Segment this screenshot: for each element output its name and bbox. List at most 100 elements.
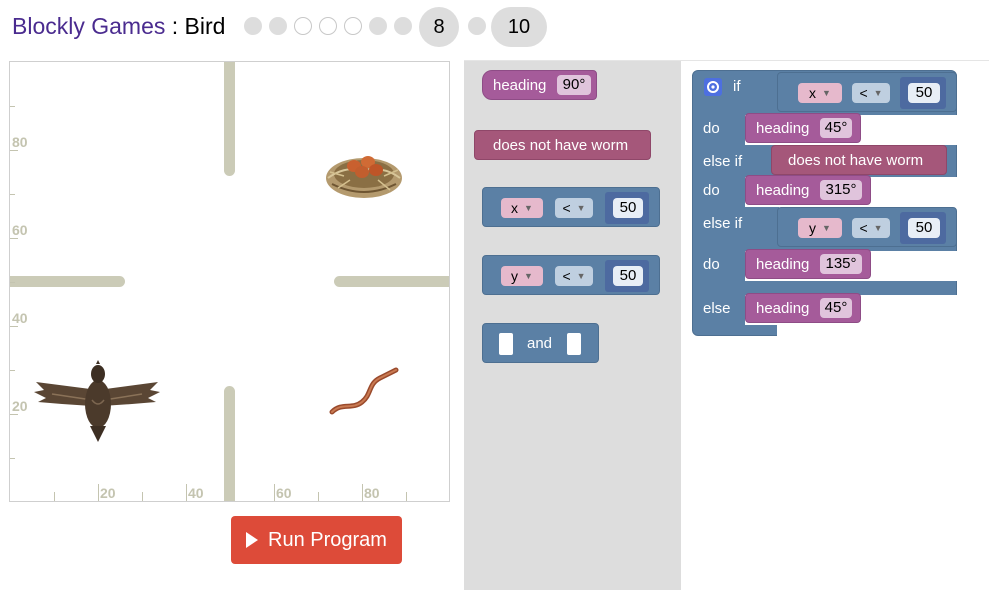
y-tick-mark [10,414,18,415]
toolbox-compare-y-block[interactable]: y ▼ < ▼ 50 [482,255,660,295]
y-tick-label: 60 [12,222,28,238]
do-heading-block-1[interactable]: heading 45° [745,113,861,143]
y-tick-mark [10,238,18,239]
do-label-3: do [703,256,720,273]
value-field[interactable]: 50 [908,83,940,103]
heading-angle-field[interactable]: 90° [557,75,591,95]
heading-angle-field[interactable]: 45° [820,118,852,138]
y-minor-tick [10,458,15,459]
y-tick-mark [10,150,18,151]
heading-label: heading [756,256,810,273]
no-worm-label: does not have worm [788,152,924,169]
operator-dropdown[interactable]: < ▼ [555,198,593,218]
heading-label: heading [756,120,810,137]
x-minor-tick [406,492,407,501]
run-program-label: Run Program [268,528,387,551]
x-tick-label: 40 [188,485,204,501]
wall-right [334,276,449,287]
x-tick-mark [186,484,187,501]
condition-y-block[interactable]: y ▼ < ▼ 50 [777,207,957,247]
game-name: Bird [184,13,226,39]
gear-icon[interactable] [704,78,722,96]
var-dropdown-y[interactable]: y ▼ [501,266,543,286]
heading-label: heading [756,182,810,199]
x-tick-label: 20 [100,485,116,501]
elseif-label-1: else if [703,153,743,170]
heading-label: heading [493,77,547,94]
page-title: Blockly Games : Bird [12,13,225,40]
run-program-button[interactable]: Run Program [231,516,402,564]
wall-left [10,276,125,287]
block-bottom-trim [777,325,959,338]
wall-bottom [224,386,235,501]
max-level-badge[interactable]: 10 [491,7,547,47]
y-minor-tick [10,282,15,283]
toolbox-and-block[interactable]: and [482,323,599,363]
value-field[interactable]: 50 [613,198,643,218]
heading-angle-field[interactable]: 315° [820,180,862,200]
x-tick-label: 60 [276,485,292,501]
x-tick-mark [98,484,99,501]
no-worm-label: does not have worm [493,137,629,154]
x-tick-mark [362,484,363,501]
x-minor-tick [142,492,143,501]
do-label-1: do [703,120,720,137]
value-field[interactable]: 50 [613,266,643,286]
worm-icon [329,367,399,415]
header: Blockly Games : Bird 8 10 [0,0,989,56]
heading-angle-field[interactable]: 135° [820,254,862,274]
blocks-toolbox: heading 90° does not have worm x ▼ < ▼ 50 … [464,61,681,590]
heading-angle-field[interactable]: 45° [820,298,852,318]
else-label: else [703,300,731,317]
y-tick-mark [10,326,18,327]
do-heading-block-3[interactable]: heading 135° [745,249,871,279]
if-label: if [733,78,741,95]
level-dot-7[interactable] [394,17,412,35]
condition-no-worm-block[interactable]: does not have worm [771,145,947,175]
level-dot-2[interactable] [269,17,287,35]
else-heading-block[interactable]: heading 45° [745,293,861,323]
var-dropdown-y[interactable]: y ▼ [798,218,842,238]
level-dot-5[interactable] [344,17,362,35]
level-dot-4[interactable] [319,17,337,35]
and-right-slot [567,333,581,355]
play-icon [246,532,259,548]
game-canvas: 80 60 40 20 20 40 60 80 [9,61,450,502]
toolbox-no-worm-block[interactable]: does not have worm [474,130,651,160]
operator-dropdown[interactable]: < ▼ [852,83,890,103]
wall-top [224,62,235,176]
y-tick-label: 20 [12,398,28,414]
operator-dropdown[interactable]: < ▼ [555,266,593,286]
var-dropdown-x[interactable]: x ▼ [501,198,543,218]
toolbox-heading-block[interactable]: heading 90° [482,70,597,100]
app-name-link[interactable]: Blockly Games [12,13,165,39]
toolbox-compare-x-block[interactable]: x ▼ < ▼ 50 [482,187,660,227]
title-separator: : [165,13,185,39]
bird-icon [34,360,160,442]
x-tick-label: 80 [364,485,380,501]
code-workspace: if do else if do else if do else x ▼ < ▼ 5… [681,61,989,590]
y-minor-tick [10,194,15,195]
level-dot-9[interactable] [468,17,486,35]
condition-x-block[interactable]: x ▼ < ▼ 50 [777,72,957,112]
current-level-badge[interactable]: 8 [419,7,459,47]
level-dot-1[interactable] [244,17,262,35]
var-dropdown-x[interactable]: x ▼ [798,83,842,103]
y-tick-label: 80 [12,134,28,150]
x-minor-tick [318,492,319,501]
do-heading-block-2[interactable]: heading 315° [745,175,871,205]
y-minor-tick [10,106,15,107]
operator-dropdown[interactable]: < ▼ [852,218,890,238]
and-left-slot [499,333,513,355]
heading-label: heading [756,300,810,317]
level-dot-3[interactable] [294,17,312,35]
value-field[interactable]: 50 [908,218,940,238]
x-minor-tick [54,492,55,501]
y-tick-label: 40 [12,310,28,326]
and-label: and [527,335,553,352]
elseif-label-2: else if [703,215,743,232]
y-minor-tick [10,370,15,371]
x-tick-mark [274,484,275,501]
level-dot-6[interactable] [369,17,387,35]
nest-icon [326,156,402,198]
